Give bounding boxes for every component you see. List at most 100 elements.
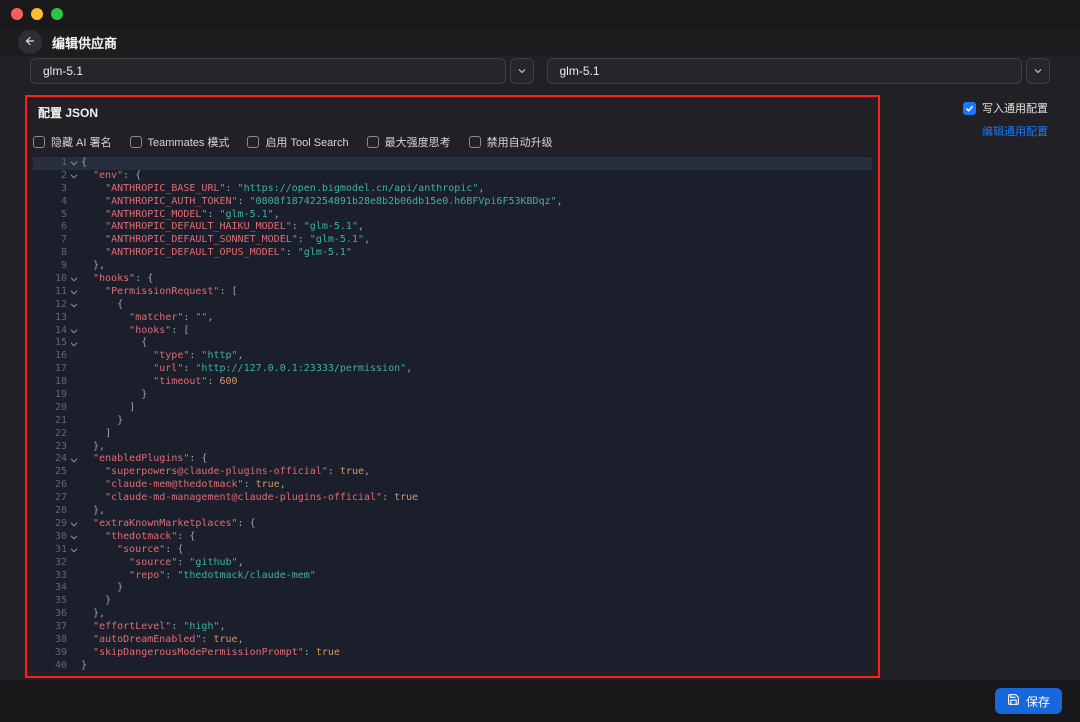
checkbox-box[interactable]: [366, 136, 379, 148]
editor-line[interactable]: 24 "enabledPlugins": {: [33, 453, 872, 466]
code-text: "matcher": "",: [129, 311, 214, 323]
fold-icon[interactable]: [67, 172, 81, 180]
page-header: 编辑供应商: [0, 28, 1080, 56]
fold-icon[interactable]: [67, 340, 81, 348]
editor-line[interactable]: 2 "env": {: [33, 170, 872, 183]
line-number: 24: [54, 453, 67, 465]
fold-icon[interactable]: [67, 456, 81, 464]
fold-icon[interactable]: [67, 520, 81, 528]
editor-line[interactable]: 39 "skipDangerousModePermissionPrompt": …: [33, 647, 872, 660]
fold-icon[interactable]: [67, 301, 81, 309]
code-text: ]: [81, 401, 136, 413]
editor-line[interactable]: 6 "ANTHROPIC_DEFAULT_HAIKU_MODEL": "glm-…: [33, 221, 872, 234]
editor-line[interactable]: 26 "claude-mem@thedotmack": true,: [33, 479, 872, 492]
zoom-window-button[interactable]: [51, 8, 63, 20]
fold-icon[interactable]: [67, 275, 81, 283]
checkbox-enable-tool-search[interactable]: 启用 Tool Search: [247, 134, 349, 150]
line-number: 8: [60, 247, 67, 259]
editor-line[interactable]: 22 ]: [33, 428, 872, 441]
checkbox-box[interactable]: [468, 136, 481, 148]
common-config-panel: 写入通用配置 编辑通用配置: [963, 100, 1048, 139]
fold-icon[interactable]: [67, 546, 81, 554]
editor-line[interactable]: 16 "type": "http",: [33, 350, 872, 363]
editor-line[interactable]: 5 "ANTHROPIC_MODEL": "glm-5.1",: [33, 209, 872, 222]
checkbox-teammates-mode[interactable]: Teammates 模式: [129, 134, 229, 150]
editor-line[interactable]: 21 }: [33, 415, 872, 428]
checkbox-box[interactable]: [33, 136, 45, 148]
fold-icon[interactable]: [67, 327, 81, 335]
line-number: 12: [54, 298, 67, 310]
checkbox-box[interactable]: [129, 136, 142, 148]
checkbox-label: 禁用自动升级: [486, 137, 553, 149]
line-number: 17: [54, 363, 67, 375]
editor-line[interactable]: 31 "source": {: [33, 544, 872, 557]
checkbox-disable-auto-upgrade[interactable]: 禁用自动升级: [468, 134, 553, 150]
model-select-left[interactable]: glm-5.1: [30, 58, 534, 84]
editor-line[interactable]: 4 "ANTHROPIC_AUTH_TOKEN": "0808f18742254…: [33, 196, 872, 209]
line-number: 11: [54, 285, 67, 297]
editor-line[interactable]: 13 "matcher": "",: [33, 312, 872, 325]
code-text: }: [81, 595, 112, 607]
close-window-button[interactable]: [11, 8, 23, 20]
editor-line[interactable]: 7 "ANTHROPIC_DEFAULT_SONNET_MODEL": "glm…: [33, 234, 872, 247]
editor-line[interactable]: 35 }: [33, 595, 872, 608]
fold-icon[interactable]: [67, 533, 81, 541]
editor-line[interactable]: 14 "hooks": [: [33, 325, 872, 338]
code-text: "effortLevel": "high",: [93, 621, 226, 633]
code-text: },: [81, 260, 106, 272]
editor-line[interactable]: 32 "source": "github",: [33, 557, 872, 570]
line-number: 13: [54, 311, 67, 323]
editor-line[interactable]: 33 "repo": "thedotmack/claude-mem": [33, 570, 872, 583]
fold-icon[interactable]: [67, 159, 81, 167]
editor-line[interactable]: 3 "ANTHROPIC_BASE_URL": "https://open.bi…: [33, 183, 872, 196]
model-select-right-field[interactable]: glm-5.1: [546, 58, 1022, 84]
code-text: {: [81, 337, 148, 349]
code-text: "PermissionRequest": [: [105, 285, 238, 297]
back-button[interactable]: [18, 30, 42, 54]
editor-line[interactable]: 25 "superpowers@claude-plugins-official"…: [33, 466, 872, 479]
editor-line[interactable]: 1{: [33, 157, 872, 170]
code-text: "hooks": {: [93, 273, 154, 285]
fold-icon[interactable]: [67, 288, 81, 296]
editor-line[interactable]: 28 },: [33, 505, 872, 518]
checkbox-max-strength-thinking[interactable]: 最大强度思考: [366, 134, 451, 150]
editor-line[interactable]: 17 "url": "http://127.0.0.1:23333/permis…: [33, 363, 872, 376]
code-text: "source": "github",: [129, 556, 244, 568]
write-common-config-checkbox[interactable]: 写入通用配置: [963, 100, 1048, 116]
code-text: "ANTHROPIC_MODEL": "glm-5.1",: [105, 208, 280, 220]
editor-line[interactable]: 23 },: [33, 441, 872, 454]
model-select-left-field[interactable]: glm-5.1: [30, 58, 506, 84]
line-number: 22: [54, 427, 67, 439]
checkbox-hide-ai-signature[interactable]: 隐藏 AI 署名: [33, 134, 112, 150]
json-editor[interactable]: 1{2 "env": {3 "ANTHROPIC_BASE_URL": "htt…: [33, 154, 872, 672]
model-select-right[interactable]: glm-5.1: [546, 58, 1050, 84]
editor-line[interactable]: 11 "PermissionRequest": [: [33, 286, 872, 299]
editor-line[interactable]: 18 "timeout": 600: [33, 376, 872, 389]
editor-line[interactable]: 29 "extraKnownMarketplaces": {: [33, 518, 872, 531]
page-title: 编辑供应商: [52, 35, 118, 51]
model-select-left-value: glm-5.1: [43, 64, 84, 78]
checkbox-box[interactable]: [247, 136, 260, 148]
editor-line[interactable]: 34 }: [33, 582, 872, 595]
checkbox-checked-icon[interactable]: [963, 101, 976, 115]
editor-line[interactable]: 12 {: [33, 299, 872, 312]
editor-line[interactable]: 9 },: [33, 260, 872, 273]
editor-line[interactable]: 37 "effortLevel": "high",: [33, 621, 872, 634]
editor-line[interactable]: 30 "thedotmack": {: [33, 531, 872, 544]
minimize-window-button[interactable]: [31, 8, 43, 20]
edit-common-config-link[interactable]: 编辑通用配置: [982, 123, 1048, 139]
editor-line[interactable]: 8 "ANTHROPIC_DEFAULT_OPUS_MODEL": "glm-5…: [33, 247, 872, 260]
chevron-down-icon[interactable]: [1026, 58, 1050, 84]
code-text: "hooks": [: [129, 324, 190, 336]
editor-line[interactable]: 10 "hooks": {: [33, 273, 872, 286]
editor-line[interactable]: 40}: [33, 660, 872, 672]
editor-line[interactable]: 36 },: [33, 608, 872, 621]
chevron-down-icon[interactable]: [509, 58, 534, 84]
editor-line[interactable]: 38 "autoDreamEnabled": true,: [33, 634, 872, 647]
editor-line[interactable]: 19 }: [33, 389, 872, 402]
code-text: "type": "http",: [153, 350, 244, 362]
editor-line[interactable]: 15 {: [33, 337, 872, 350]
save-button[interactable]: 保存: [994, 688, 1062, 714]
editor-line[interactable]: 20 ]: [33, 402, 872, 415]
editor-line[interactable]: 27 "claude-md-management@claude-plugins-…: [33, 492, 872, 505]
